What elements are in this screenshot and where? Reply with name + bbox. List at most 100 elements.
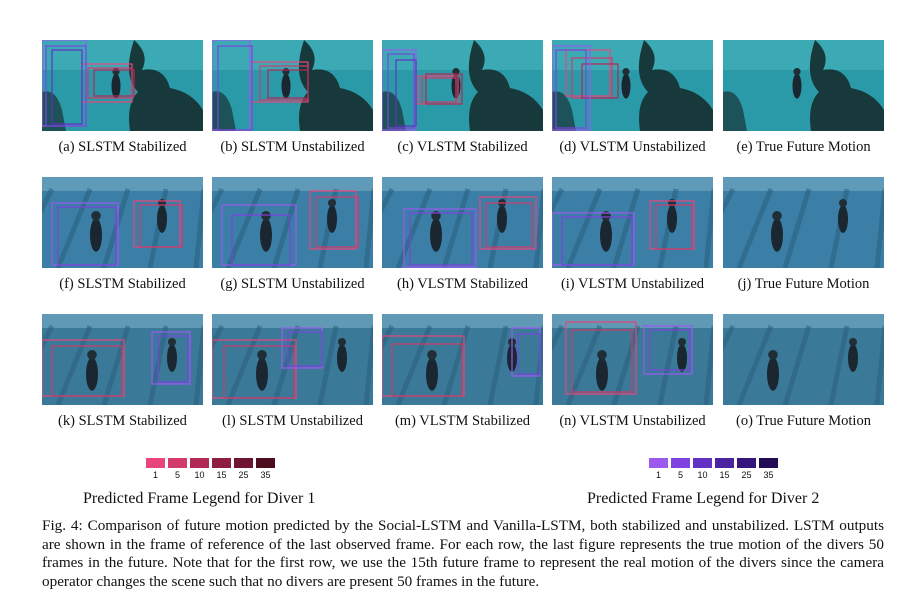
figure-panel: (f) SLSTM Stabilized xyxy=(42,177,203,292)
figure-panel: (k) SLSTM Stabilized xyxy=(42,314,203,429)
legend-swatch xyxy=(671,458,690,468)
legend-tick: 35 xyxy=(260,470,271,480)
panel-image xyxy=(42,177,203,268)
legend-tick: 1 xyxy=(655,470,662,480)
legend-tick: 1 xyxy=(152,470,159,480)
legend-swatch xyxy=(759,458,778,468)
legend-tick: 15 xyxy=(216,470,227,480)
figure-panel: (e) True Future Motion xyxy=(723,40,884,155)
figure-grid: (a) SLSTM Stabilized (b) SLSTM Unstabiliz… xyxy=(42,40,884,451)
panel-caption: (j) True Future Motion xyxy=(737,276,870,292)
panel-caption: (n) VLSTM Unstabilized xyxy=(559,413,706,429)
panel-image xyxy=(723,314,884,405)
figure-caption: Fig. 4: Comparison of future motion pred… xyxy=(42,517,884,590)
panel-caption: (f) SLSTM Stabilized xyxy=(59,276,186,292)
panel-caption: (c) VLSTM Stabilized xyxy=(397,139,528,155)
panel-image xyxy=(382,177,543,268)
diver xyxy=(838,205,848,233)
figure-row: (k) SLSTM Stabilized (l) SLSTM Unstabiliz… xyxy=(42,314,884,451)
legend-tick: 5 xyxy=(677,470,684,480)
panel-image xyxy=(552,40,713,131)
diver xyxy=(677,344,687,372)
legend-swatch xyxy=(168,458,187,468)
legend-swatch xyxy=(146,458,165,468)
legend-swatch xyxy=(256,458,275,468)
diver xyxy=(497,205,507,233)
legend-label-diver-1: Predicted Frame Legend for Diver 1 xyxy=(83,490,316,507)
diver xyxy=(430,218,442,252)
panel-image xyxy=(42,314,203,405)
legend-tick: 25 xyxy=(238,470,249,480)
diver xyxy=(86,357,98,391)
legend-swatch xyxy=(693,458,712,468)
diver xyxy=(90,218,102,252)
legend-swatch xyxy=(212,458,231,468)
legend-swatch xyxy=(234,458,253,468)
panel-caption: (e) True Future Motion xyxy=(736,139,871,155)
diver xyxy=(337,344,347,372)
panel-caption: (b) SLSTM Unstabilized xyxy=(220,139,365,155)
panel-caption: (k) SLSTM Stabilized xyxy=(58,413,187,429)
figure-row: (f) SLSTM Stabilized (g) SLSTM Unstabiliz… xyxy=(42,177,884,314)
legend-tick: 10 xyxy=(697,470,708,480)
legend-swatch xyxy=(649,458,668,468)
diver xyxy=(256,357,268,391)
legend-tick: 15 xyxy=(719,470,730,480)
diver xyxy=(600,218,612,252)
diver xyxy=(327,205,337,233)
diver xyxy=(281,73,291,99)
figure-panel: (g) SLSTM Unstabilized xyxy=(212,177,373,292)
legend-swatch xyxy=(737,458,756,468)
figure-panel: (c) VLSTM Stabilized xyxy=(382,40,543,155)
diver xyxy=(260,218,272,252)
panel-caption: (d) VLSTM Unstabilized xyxy=(559,139,706,155)
diver xyxy=(621,73,631,99)
figure-panel: (n) VLSTM Unstabilized xyxy=(552,314,713,429)
diver xyxy=(767,357,779,391)
legend-tick: 10 xyxy=(194,470,205,480)
panel-image xyxy=(552,314,713,405)
figure-panel: (o) True Future Motion xyxy=(723,314,884,429)
diver xyxy=(848,344,858,372)
legend-swatch xyxy=(190,458,209,468)
panel-caption: (h) VLSTM Stabilized xyxy=(396,276,529,292)
figure-panel: (m) VLSTM Stabilized xyxy=(382,314,543,429)
legend-tick: 5 xyxy=(174,470,181,480)
diver xyxy=(596,357,608,391)
panel-image xyxy=(42,40,203,131)
diver xyxy=(111,73,121,99)
legend-tick: 35 xyxy=(763,470,774,480)
diver xyxy=(167,344,177,372)
panel-image xyxy=(382,314,543,405)
panel-caption: (o) True Future Motion xyxy=(736,413,871,429)
legend-tick: 25 xyxy=(741,470,752,480)
legend-diver-1: 1 5 10 15 25 35 xyxy=(146,458,275,482)
figure-panel: (b) SLSTM Unstabilized xyxy=(212,40,373,155)
figure-panel: (d) VLSTM Unstabilized xyxy=(552,40,713,155)
diver xyxy=(426,357,438,391)
diver xyxy=(771,218,783,252)
panel-caption: (i) VLSTM Unstabilized xyxy=(560,276,705,292)
panel-caption: (g) SLSTM Unstabilized xyxy=(220,276,365,292)
panel-image xyxy=(382,40,543,131)
diver xyxy=(667,205,677,233)
figure-panel: (j) True Future Motion xyxy=(723,177,884,292)
figure-panel: (l) SLSTM Unstabilized xyxy=(212,314,373,429)
diver xyxy=(792,73,802,99)
panel-image xyxy=(212,40,373,131)
panel-caption: (m) VLSTM Stabilized xyxy=(394,413,531,429)
figure-panel: (h) VLSTM Stabilized xyxy=(382,177,543,292)
panel-caption: (l) SLSTM Unstabilized xyxy=(222,413,363,429)
legend-label-diver-2: Predicted Frame Legend for Diver 2 xyxy=(587,490,820,507)
panel-image xyxy=(723,177,884,268)
diver xyxy=(157,205,167,233)
figure-panel: (i) VLSTM Unstabilized xyxy=(552,177,713,292)
legend-swatch xyxy=(715,458,734,468)
figure-row: (a) SLSTM Stabilized (b) SLSTM Unstabiliz… xyxy=(42,40,884,177)
legend-diver-2: 1 5 10 15 25 35 xyxy=(649,458,778,482)
panel-caption: (a) SLSTM Stabilized xyxy=(58,139,187,155)
figure-panel: (a) SLSTM Stabilized xyxy=(42,40,203,155)
panel-image xyxy=(212,177,373,268)
panel-image xyxy=(212,314,373,405)
panel-image xyxy=(552,177,713,268)
